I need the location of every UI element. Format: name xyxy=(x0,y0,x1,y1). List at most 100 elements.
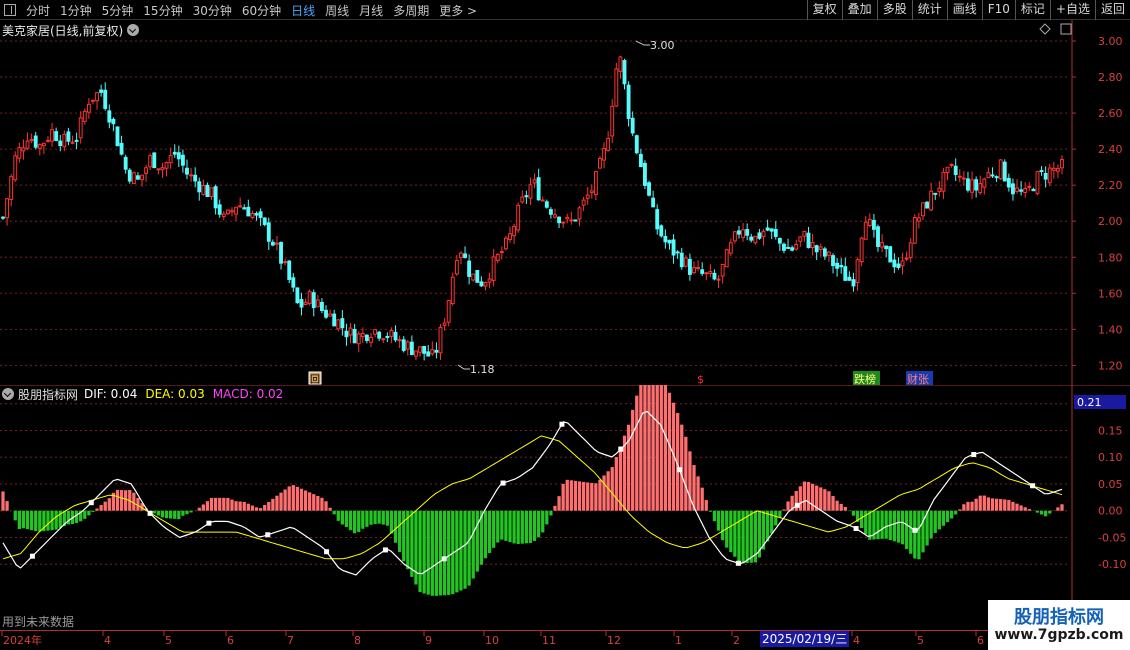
candle-body xyxy=(659,225,664,237)
candle-body xyxy=(581,199,586,206)
candle-body xyxy=(700,269,705,274)
tab-period-9[interactable]: 多周期 xyxy=(393,2,429,19)
candle-body xyxy=(279,242,283,264)
price-tick-label: 1.60 xyxy=(1098,287,1123,300)
candle-body xyxy=(557,216,562,224)
candle-body xyxy=(250,212,255,218)
candle-body xyxy=(1055,168,1060,172)
candle-body xyxy=(512,225,517,237)
indicator-pane[interactable]: 股朋指标网 DIF: 0.04 DEA: 0.03 MACD: 0.02 0.2… xyxy=(0,385,1130,630)
future-data-note: 用到未来数据 xyxy=(2,615,75,629)
mark-button[interactable]: 标记 xyxy=(1014,0,1050,20)
candle-body xyxy=(483,282,488,287)
f10-button[interactable]: F10 xyxy=(981,0,1015,20)
candle-body xyxy=(62,133,67,148)
candle-body xyxy=(741,229,746,238)
overlay-button[interactable]: 叠加 xyxy=(841,0,877,20)
indicator-chart[interactable]: 0.200.150.100.050.00-0.05-0.100.21 xyxy=(0,385,1130,630)
candle-body xyxy=(426,351,431,357)
tab-period-1[interactable]: 1分钟 xyxy=(60,2,92,19)
candle-body xyxy=(471,273,476,281)
tab-period-8[interactable]: 月线 xyxy=(359,2,383,19)
candle-body xyxy=(1047,167,1052,184)
candle-body xyxy=(328,313,333,317)
candle-body xyxy=(859,237,864,263)
candle-body xyxy=(209,187,214,197)
price-tick-label: 2.20 xyxy=(1098,179,1123,192)
price-tick-label: 1.20 xyxy=(1098,359,1123,372)
tab-period-4[interactable]: 30分钟 xyxy=(193,2,232,19)
candle-body xyxy=(544,201,549,208)
candle-body xyxy=(822,248,827,257)
candle-body xyxy=(978,183,983,194)
candle-body xyxy=(127,169,132,182)
price-chart[interactable]: 3.00 1.18 回 $ 跌榜 财张 3.00 2.80 2.60 2.40 2.20 2.00 1… xyxy=(0,20,1130,385)
candle-body xyxy=(46,139,50,142)
candle-body xyxy=(454,260,459,275)
candle-body xyxy=(835,262,840,269)
dif-marker xyxy=(88,500,94,506)
candle-body xyxy=(307,291,312,304)
price-tick-label: 2.00 xyxy=(1098,215,1123,228)
chevron-down-icon[interactable] xyxy=(127,24,140,36)
candle-body xyxy=(1019,189,1024,192)
tab-period-daily[interactable]: 日线 xyxy=(291,2,315,19)
tab-more[interactable]: 更多 > xyxy=(439,2,477,19)
adjust-button[interactable]: 复权 xyxy=(806,0,842,20)
tab-period-7[interactable]: 周线 xyxy=(325,2,349,19)
add-watchlist-button[interactable]: +自选 xyxy=(1049,0,1095,20)
candle-body xyxy=(385,336,390,339)
date-label: 2 xyxy=(733,634,740,647)
tab-period-2[interactable]: 5分钟 xyxy=(102,2,134,19)
layout-menu-icon[interactable] xyxy=(4,4,16,16)
candle-body xyxy=(867,218,872,227)
candle-body xyxy=(916,217,921,222)
tab-period-0[interactable]: 分时 xyxy=(26,2,50,19)
candle-body xyxy=(589,190,594,193)
candle-body xyxy=(618,56,623,72)
candle-body xyxy=(21,147,26,152)
candle-body xyxy=(258,211,263,218)
indicator-menu-icon[interactable] xyxy=(2,388,14,400)
candle-body xyxy=(369,336,373,343)
candle-body xyxy=(160,167,165,171)
candle-body xyxy=(491,256,496,281)
candle-body xyxy=(602,147,606,161)
candle-body xyxy=(626,84,631,119)
candle-body xyxy=(716,278,721,281)
candle-body xyxy=(757,232,762,239)
candle-body xyxy=(880,242,885,248)
candle-body xyxy=(593,171,598,195)
date-label: 7 xyxy=(287,634,294,647)
candle-body xyxy=(802,230,807,237)
candle-body xyxy=(131,172,136,185)
site-watermark: 股朋指标网 www.7gpzb.com xyxy=(988,600,1130,650)
indicator-name[interactable]: 股朋指标网 xyxy=(18,386,78,403)
candle-body xyxy=(675,251,680,254)
multi-stock-button[interactable]: 多股 xyxy=(876,0,912,20)
back-button[interactable]: 返回 xyxy=(1094,0,1130,20)
candle-body xyxy=(168,155,173,164)
candle-body xyxy=(152,152,157,169)
candle-body xyxy=(315,299,320,308)
tab-period-5[interactable]: 60分钟 xyxy=(242,2,281,19)
candle-body xyxy=(17,147,22,159)
candle-body xyxy=(332,313,337,327)
candle-body xyxy=(732,231,737,242)
draw-line-button[interactable]: 画线 xyxy=(946,0,982,20)
candle-body xyxy=(450,276,455,305)
candle-body xyxy=(99,89,104,93)
candle-body xyxy=(356,333,361,345)
price-pane[interactable]: 美克家居(日线,前复权) 3.00 1.18 回 $ 跌榜 财张 3.00 2.80 2.60… xyxy=(0,20,1130,385)
candle-body xyxy=(107,110,112,123)
candle-body xyxy=(238,205,243,208)
candle-body xyxy=(683,257,688,267)
dif-marker xyxy=(382,547,388,553)
candle-body xyxy=(827,251,831,256)
tab-period-3[interactable]: 15分钟 xyxy=(143,2,182,19)
candle-body xyxy=(1043,172,1048,180)
candle-body xyxy=(254,213,259,216)
stats-button[interactable]: 统计 xyxy=(911,0,947,20)
candle-body xyxy=(1027,186,1032,189)
candle-body xyxy=(9,176,14,200)
